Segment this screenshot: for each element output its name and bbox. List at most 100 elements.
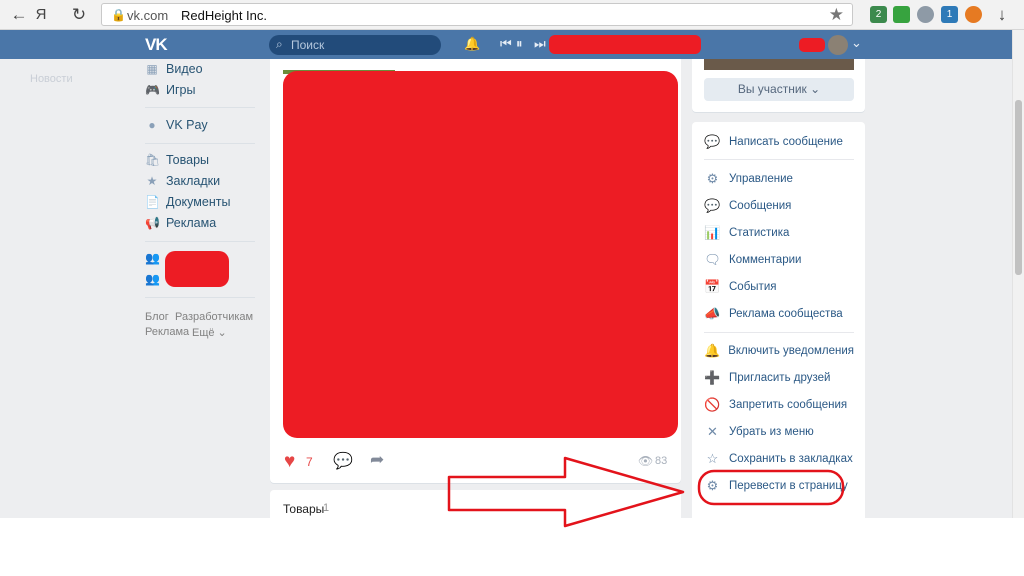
heart-icon[interactable]: ♥ bbox=[284, 451, 295, 473]
menu-item-messages[interactable]: 💬 Сообщения bbox=[704, 195, 854, 217]
menu-item-community-ads[interactable]: 📣 Реклама сообщества bbox=[704, 303, 854, 325]
document-icon: 📄 bbox=[145, 195, 160, 209]
menu-item-label: Управление bbox=[729, 173, 793, 185]
previous-track-icon[interactable]: ⏮ bbox=[500, 36, 512, 52]
ghost-nav-item: Новости bbox=[30, 73, 73, 85]
menu-item-label: Комментарии bbox=[729, 254, 802, 266]
megaphone-icon: 📣 bbox=[704, 306, 721, 321]
pause-icon[interactable]: ⏸ bbox=[516, 36, 523, 52]
sidebar-item-video[interactable]: ▦ Видео bbox=[145, 59, 203, 79]
url-domain: vk.com bbox=[127, 8, 169, 23]
message-icon: 💬 bbox=[704, 134, 721, 149]
menu-item-label: Реклама сообщества bbox=[729, 308, 843, 320]
sidebar-item-group-1[interactable]: 👥 bbox=[145, 248, 166, 268]
extension-shield-icon[interactable]: 2 bbox=[870, 6, 887, 23]
menu-item-enable-notifications[interactable]: 🔔 Включить уведомления bbox=[704, 340, 854, 362]
extension-download-icon[interactable] bbox=[893, 6, 910, 23]
redacted-post-image bbox=[283, 71, 678, 438]
bookmark-star-icon[interactable]: ★ bbox=[829, 5, 844, 25]
vk-logo[interactable]: VK bbox=[145, 35, 168, 55]
group-icon: 👥 bbox=[145, 272, 160, 286]
avatar[interactable] bbox=[828, 35, 848, 55]
menu-item-label: Сохранить в закладках bbox=[729, 453, 853, 465]
bell-icon: 🔔 bbox=[704, 343, 721, 358]
menu-item-label: Пригласить друзей bbox=[729, 372, 831, 384]
sidebar-item-vkpay[interactable]: ● VK Pay bbox=[145, 115, 207, 135]
footer-link-ads[interactable]: Реклама bbox=[145, 326, 189, 338]
sidebar-item-bookmarks[interactable]: ★ Закладки bbox=[145, 171, 221, 191]
scrollbar-thumb[interactable] bbox=[1015, 100, 1022, 275]
search-placeholder: Поиск bbox=[291, 38, 325, 52]
page-scrollbar[interactable] bbox=[1012, 30, 1024, 518]
calendar-icon: 📅 bbox=[704, 279, 721, 294]
chat-bubble-icon: 💬 bbox=[704, 198, 721, 213]
video-icon: ▦ bbox=[146, 62, 158, 76]
sidebar-item-label: Видео bbox=[166, 62, 203, 76]
write-message-button[interactable]: 💬 Написать сообщение bbox=[704, 131, 854, 153]
sidebar-item-label: Товары bbox=[166, 153, 209, 167]
search-input[interactable]: ⌕ Поиск bbox=[269, 35, 441, 55]
menu-item-label: Статистика bbox=[729, 227, 790, 239]
extension-translate-icon[interactable]: 1 bbox=[941, 6, 958, 23]
message-block-icon: 🚫 bbox=[704, 397, 721, 412]
menu-divider bbox=[704, 159, 854, 160]
sidebar-item-documents[interactable]: 📄 Документы bbox=[145, 192, 230, 212]
close-icon: ✕ bbox=[707, 424, 718, 439]
sidebar-item-label: Документы bbox=[166, 195, 231, 209]
views-count: 83 bbox=[655, 455, 668, 467]
menu-item-remove-from-menu[interactable]: ✕ Убрать из меню bbox=[704, 421, 854, 443]
comment-icon[interactable]: 💬 bbox=[333, 451, 353, 471]
back-arrow-icon[interactable]: ← bbox=[8, 5, 30, 25]
menu-item-convert-to-page[interactable]: ⚙ Перевести в страницу bbox=[704, 475, 854, 497]
menu-item-manage[interactable]: ⚙ Управление bbox=[704, 168, 854, 190]
next-track-icon[interactable]: ⏭ bbox=[534, 36, 546, 52]
vk-header: VK ⌕ Поиск 🔔 ⏮ ⏸ ⏭ ⌄ bbox=[0, 30, 1012, 59]
eye-icon: 👁 bbox=[638, 454, 654, 468]
sidebar-item-ads[interactable]: 📢 Реклама bbox=[145, 213, 216, 233]
megaphone-icon: 📢 bbox=[145, 216, 160, 230]
redacted-group-names bbox=[165, 251, 229, 287]
menu-item-label: Включить уведомления bbox=[728, 345, 854, 357]
goods-block bbox=[270, 490, 681, 518]
sidebar-item-group-2[interactable]: 👥 bbox=[145, 269, 166, 289]
menu-item-label: События bbox=[729, 281, 777, 293]
sidebar-divider bbox=[145, 107, 255, 108]
share-icon[interactable]: ➦ bbox=[370, 450, 384, 470]
menu-item-comments[interactable]: 🗨 Комментарии bbox=[704, 249, 854, 271]
menu-item-invite-friends[interactable]: ➕ Пригласить друзей bbox=[704, 367, 854, 389]
chevron-down-icon[interactable]: ⌄ bbox=[851, 35, 862, 51]
member-button[interactable]: Вы участник ⌄ bbox=[704, 78, 854, 101]
gear-icon: ⚙ bbox=[706, 478, 719, 493]
vk-page-body: Новости ▦ Видео 🎮 Игры ● VK Pay 🛍 Товары… bbox=[0, 59, 1012, 518]
yandex-icon[interactable]: Я bbox=[30, 5, 52, 25]
menu-item-label: Убрать из меню bbox=[729, 426, 814, 438]
menu-item-statistics[interactable]: 📊 Статистика bbox=[704, 222, 854, 244]
address-bar[interactable]: 🔒 vk.com RedHeight Inc. ★ bbox=[101, 3, 853, 26]
menu-item-label: Написать сообщение bbox=[729, 136, 843, 148]
group-icon: 👥 bbox=[145, 251, 160, 265]
sidebar-item-games[interactable]: 🎮 Игры bbox=[145, 80, 195, 100]
footer-link-more[interactable]: Ещё ⌄ bbox=[192, 326, 227, 339]
redacted-track-title bbox=[549, 35, 701, 54]
reload-icon[interactable]: ↻ bbox=[68, 5, 90, 25]
footer-link-developers[interactable]: Разработчикам bbox=[175, 311, 253, 323]
sidebar-item-label: Реклама bbox=[166, 216, 217, 230]
menu-item-block-messages[interactable]: 🚫 Запретить сообщения bbox=[704, 394, 854, 416]
sidebar-divider bbox=[145, 297, 255, 298]
goods-title[interactable]: Товары bbox=[283, 502, 324, 516]
menu-item-events[interactable]: 📅 События bbox=[704, 276, 854, 298]
shopping-bag-icon: 🛍 bbox=[145, 153, 161, 167]
menu-item-save-bookmark[interactable]: ☆ Сохранить в закладках bbox=[704, 448, 854, 470]
sidebar-divider bbox=[145, 143, 255, 144]
menu-item-label: Сообщения bbox=[729, 200, 792, 212]
redacted-username bbox=[799, 38, 825, 52]
footer-link-blog[interactable]: Блог bbox=[145, 311, 169, 323]
bell-icon[interactable]: 🔔 bbox=[464, 36, 480, 52]
extension-globe-icon[interactable] bbox=[917, 6, 934, 23]
sidebar-item-label: Игры bbox=[166, 83, 196, 97]
sidebar-divider bbox=[145, 241, 255, 242]
add-user-icon: ➕ bbox=[704, 370, 721, 385]
extension-circle-icon[interactable] bbox=[965, 6, 982, 23]
sidebar-item-goods[interactable]: 🛍 Товары bbox=[145, 150, 209, 170]
download-icon[interactable]: ↓ bbox=[991, 5, 1013, 25]
